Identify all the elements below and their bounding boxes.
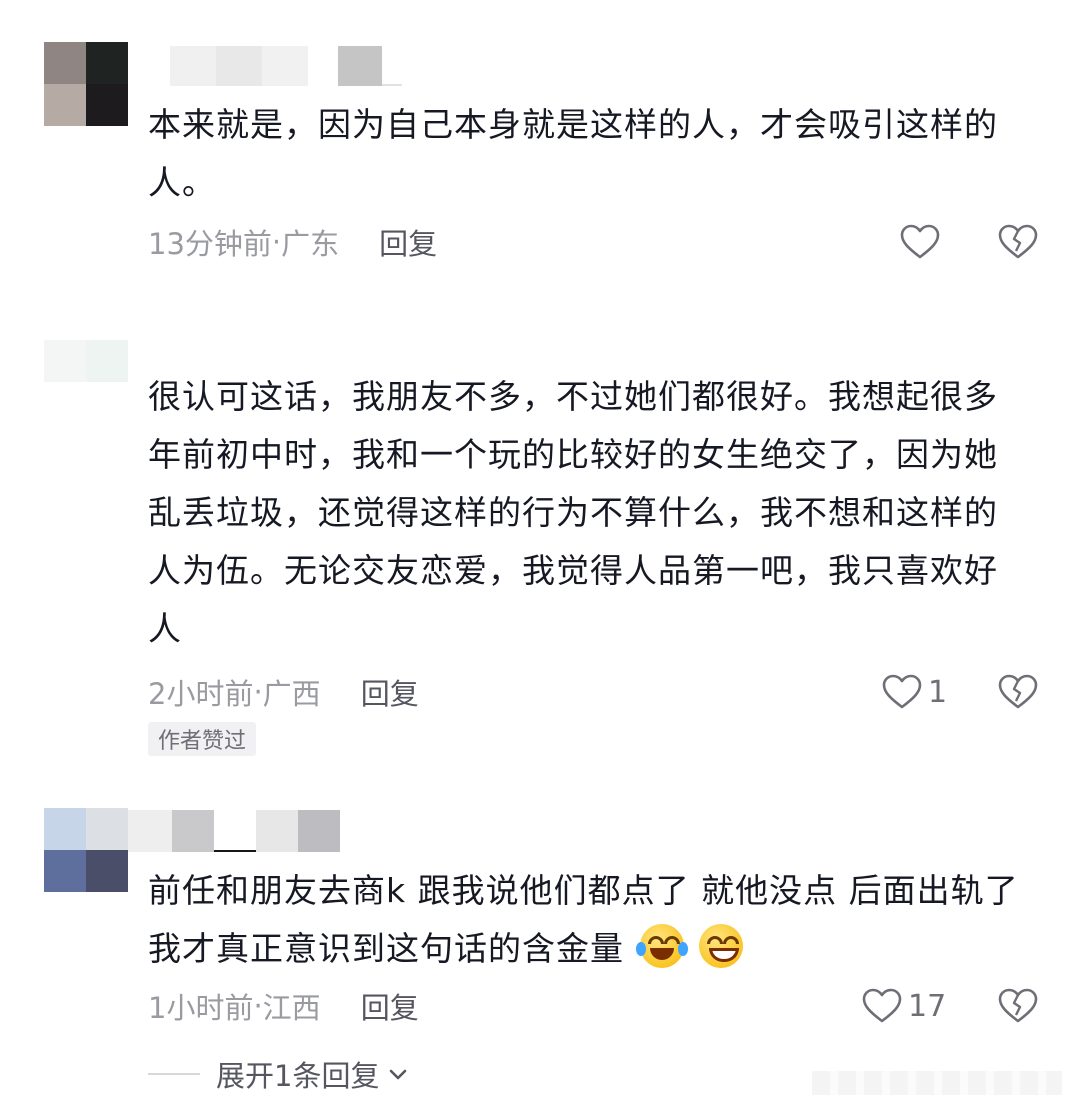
comment-time: 13分钟前 [148,227,272,261]
comment-item: 很认可这话，我朋友不多，不过她们都很好。我想起很多年前初中时，我和一个玩的比较好… [0,340,1080,770]
username-blurred[interactable] [128,808,340,852]
meta-separator: · [271,225,282,259]
crying-laughing-emoji [635,924,688,968]
reply-button[interactable]: 回复 [361,671,419,713]
chevron-down-icon [390,1069,407,1080]
comment-text: 前任和朋友去商k 跟我说他们都点了 就他没点 后面出轨了 我才真正意识到这句话的… [148,862,1028,978]
like-button[interactable]: 17 [862,984,946,1028]
dislike-button[interactable] [998,220,1040,264]
heart-icon [882,674,922,709]
reply-button[interactable]: 回复 [361,985,419,1027]
broken-heart-icon [998,224,1038,259]
comment-text-content: 前任和朋友去商k 跟我说他们都点了 就他没点 后面出轨了 我才真正意识到这句话的… [148,871,1019,968]
watermark [812,1071,1062,1095]
dislike-button[interactable] [998,670,1040,714]
broken-heart-icon [998,988,1038,1023]
like-count: 17 [908,988,947,1024]
divider-line [148,1073,200,1075]
comment-time: 1小时前 [148,991,254,1025]
comment-meta: 2小时前 · 广西 回复 [148,670,419,714]
comment-location: 广西 [262,677,321,711]
comment-item: 本来就是，因为自己本身就是这样的人，才会吸引这样的人。 13分钟前 · 广东 回… [0,42,1080,272]
avatar[interactable] [44,340,128,382]
like-button[interactable]: 1 [882,670,947,714]
expand-replies-label: 展开1条回复 [216,1059,380,1093]
comment-time: 2小时前 [148,677,254,711]
like-button[interactable] [900,220,940,264]
comment-meta: 1小时前 · 江西 回复 [148,984,419,1028]
comment-location: 广东 [281,227,340,261]
grinning-emoji [699,924,743,968]
comment-text: 本来就是，因为自己本身就是这样的人，才会吸引这样的人。 [148,105,998,202]
avatar[interactable] [44,42,128,126]
comment-item: 前任和朋友去商k 跟我说他们都点了 就他没点 后面出轨了 我才真正意识到这句话的… [0,808,1080,1038]
expand-replies-button[interactable]: 展开1条回复 [148,1052,411,1096]
reply-button[interactable]: 回复 [379,221,437,263]
username-blurred[interactable] [150,42,402,86]
broken-heart-icon [998,674,1038,709]
like-count: 1 [928,674,948,710]
meta-separator: · [253,989,263,1023]
author-liked-tag: 作者赞过 [148,722,257,756]
comment-meta: 13分钟前 · 广东 回复 [148,220,437,264]
heart-icon [862,988,902,1023]
dislike-button[interactable] [998,984,1040,1028]
avatar[interactable] [44,808,128,892]
meta-separator: · [253,675,263,709]
comment-location: 江西 [262,991,321,1025]
comment-text: 很认可这话，我朋友不多，不过她们都很好。我想起很多年前初中时，我和一个玩的比较好… [148,377,998,648]
heart-icon [900,224,940,259]
